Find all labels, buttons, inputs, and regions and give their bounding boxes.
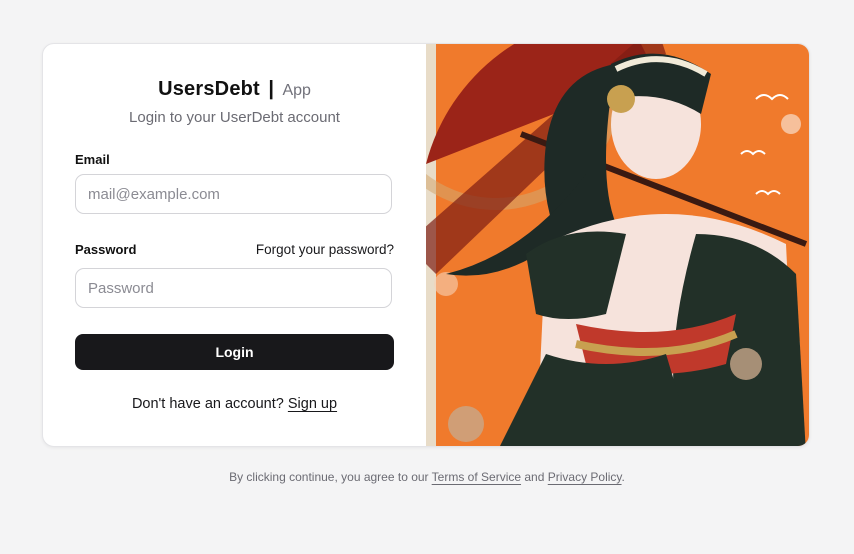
signup-row: Don't have an account? Sign up	[43, 396, 426, 412]
terms-and: and	[524, 470, 545, 484]
terms-footer: By clicking continue, you agree to our T…	[0, 470, 854, 484]
signup-prompt: Don't have an account?	[131, 396, 284, 412]
hero-illustration	[426, 44, 809, 446]
login-form-pane: UsersDebt | App Login to your UserDebt a…	[43, 44, 426, 446]
terms-suffix: .	[621, 470, 625, 484]
login-card: UsersDebt | App Login to your UserDebt a…	[42, 43, 810, 447]
signup-link[interactable]: Sign up	[288, 396, 337, 412]
login-button[interactable]: Login	[75, 334, 394, 370]
brand-name: UsersDebt	[158, 78, 260, 100]
email-label: Email	[75, 152, 110, 167]
email-input[interactable]	[75, 174, 392, 214]
login-header: UsersDebt | App Login to your UserDebt a…	[43, 78, 426, 126]
password-label: Password	[75, 242, 137, 257]
hero-illustration-artwork	[426, 44, 809, 446]
privacy-policy-link[interactable]: Privacy Policy	[548, 470, 622, 484]
forgot-password-link[interactable]: Forgot your password?	[256, 242, 394, 257]
brand-separator: |	[268, 78, 274, 100]
login-subtitle: Login to your UserDebt account	[129, 109, 340, 126]
brand-title: UsersDebt | App	[43, 78, 426, 101]
brand-suffix: App	[282, 82, 311, 99]
terms-of-service-link[interactable]: Terms of Service	[432, 470, 521, 484]
password-input[interactable]	[75, 268, 392, 308]
terms-prefix: By clicking continue, you agree to our	[229, 470, 429, 484]
